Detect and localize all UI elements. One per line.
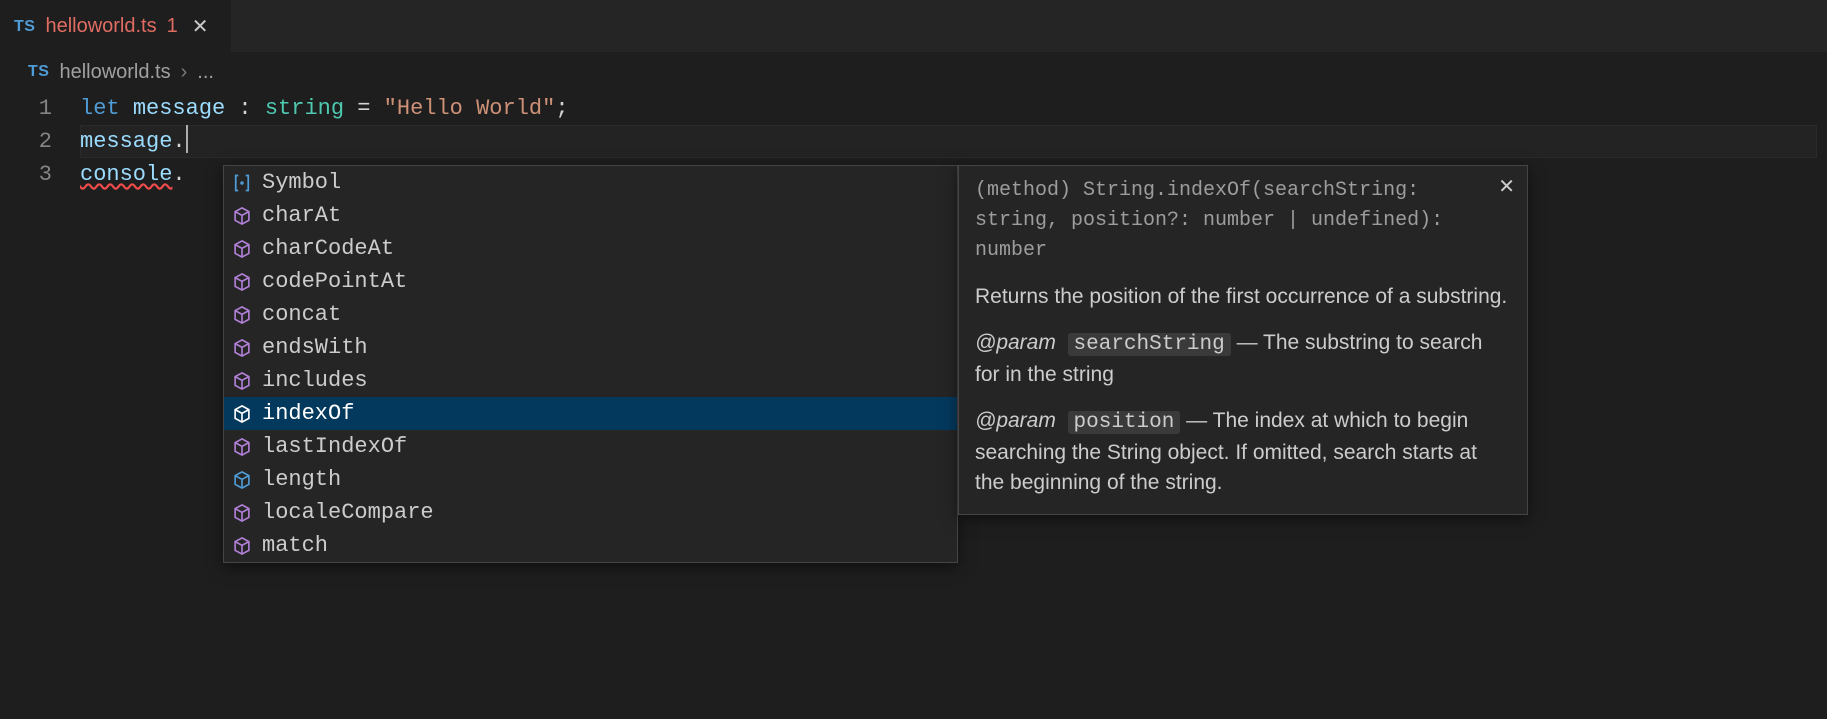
typescript-icon: TS [14, 18, 35, 36]
doc-description: Returns the position of the first occurr… [975, 282, 1511, 312]
breadcrumb-rest: ... [197, 61, 214, 84]
field-icon [232, 470, 252, 490]
suggestion-label: match [262, 533, 328, 558]
close-icon[interactable]: ✕ [1498, 174, 1515, 199]
method-icon [232, 503, 252, 523]
method-signature: (method) String.indexOf(searchString: st… [975, 176, 1511, 266]
suggestion-item[interactable]: includes [224, 364, 957, 397]
doc-param: @param searchString — The substring to s… [975, 328, 1511, 390]
token-punctuation: ; [555, 92, 568, 125]
method-icon [232, 305, 252, 325]
tab-helloworld[interactable]: TS helloworld.ts 1 ✕ [0, 0, 231, 52]
doc-param: @param position — The index at which to … [975, 406, 1511, 498]
token-punctuation: . [172, 125, 185, 158]
param-tag: @param [975, 331, 1056, 354]
suggestion-item[interactable]: charCodeAt [224, 232, 957, 265]
suggestion-label: includes [262, 368, 368, 393]
suggestion-label: lastIndexOf [262, 434, 407, 459]
suggestion-item[interactable]: charAt [224, 199, 957, 232]
suggestion-label: indexOf [262, 401, 354, 426]
method-icon [232, 206, 252, 226]
suggestion-item[interactable]: Symbol [224, 166, 957, 199]
suggestion-item[interactable]: indexOf [224, 397, 957, 430]
suggestion-item[interactable]: concat [224, 298, 957, 331]
method-icon [232, 338, 252, 358]
method-icon [232, 536, 252, 556]
breadcrumb[interactable]: TS helloworld.ts › ... [0, 52, 1827, 92]
intellisense-popup[interactable]: Symbol charAt charCodeAt codePointAt concat e… [223, 165, 958, 563]
token-operator: = [344, 92, 384, 125]
breadcrumb-file: helloworld.ts [59, 61, 170, 84]
suggestion-item[interactable]: length [224, 463, 957, 496]
code-line[interactable]: 1 let message : string = "Hello World" ; [0, 92, 1827, 125]
method-icon [232, 437, 252, 457]
interface-icon [232, 173, 252, 193]
method-documentation: Returns the position of the first occurr… [975, 282, 1511, 498]
token-error: console [80, 158, 172, 191]
typescript-icon: TS [28, 63, 49, 81]
suggestion-item[interactable]: endsWith [224, 331, 957, 364]
method-icon [232, 272, 252, 292]
token-string: "Hello World" [384, 92, 556, 125]
suggestion-label: length [262, 467, 341, 492]
suggestion-item[interactable]: lastIndexOf [224, 430, 957, 463]
line-number: 1 [0, 92, 80, 125]
suggestion-label: charAt [262, 203, 341, 228]
suggestion-label: charCodeAt [262, 236, 394, 261]
tab-bar: TS helloworld.ts 1 ✕ [0, 0, 1827, 52]
code-line[interactable]: 2 message . [0, 125, 1827, 158]
method-icon [232, 404, 252, 424]
token-keyword: let [80, 92, 120, 125]
suggestion-label: localeCompare [262, 500, 434, 525]
suggestion-item[interactable]: localeCompare [224, 496, 957, 529]
close-icon[interactable]: ✕ [188, 14, 213, 39]
tab-problem-count: 1 [167, 15, 178, 38]
method-icon [232, 371, 252, 391]
param-name: position [1068, 411, 1181, 434]
suggestion-label: endsWith [262, 335, 368, 360]
suggestion-label: concat [262, 302, 341, 327]
suggestion-item[interactable]: match [224, 529, 957, 562]
line-number: 3 [0, 158, 80, 191]
param-name: searchString [1068, 333, 1231, 356]
chevron-right-icon: › [181, 61, 188, 84]
line-number: 2 [0, 125, 80, 158]
suggestion-item[interactable]: codePointAt [224, 265, 957, 298]
method-icon [232, 239, 252, 259]
text-cursor [186, 125, 188, 153]
token-type: string [265, 92, 344, 125]
param-tag: @param [975, 409, 1056, 432]
suggestion-label: Symbol [262, 170, 341, 195]
tab-filename: helloworld.ts [45, 15, 156, 38]
suggestion-label: codePointAt [262, 269, 407, 294]
token-punctuation: : [225, 92, 265, 125]
token-punctuation: . [172, 158, 185, 191]
token-variable: message [133, 92, 225, 125]
token-variable: message [80, 125, 172, 158]
intellisense-details: ✕ (method) String.indexOf(searchString: … [958, 165, 1528, 515]
